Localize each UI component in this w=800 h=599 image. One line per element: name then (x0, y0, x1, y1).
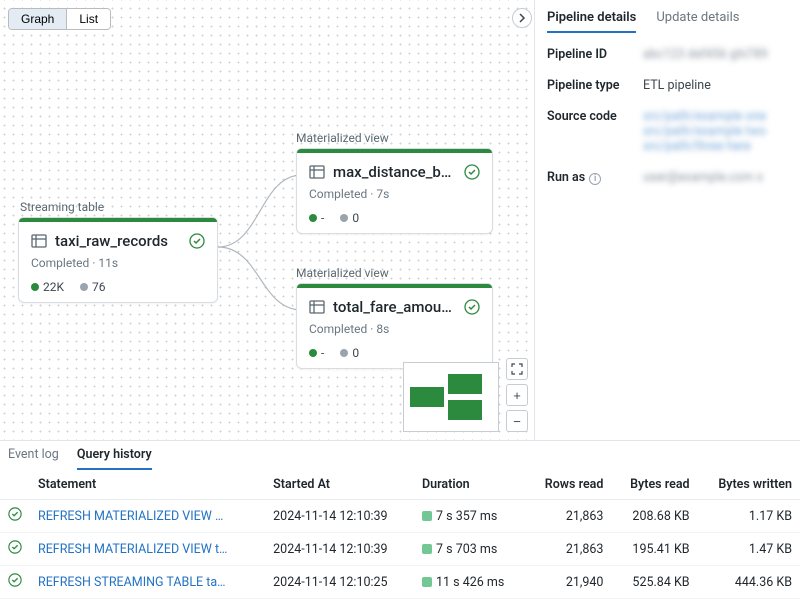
check-circle-icon (8, 507, 22, 521)
started-at: 2024-11-14 12:10:25 (265, 566, 414, 599)
node-stats: - 0 (309, 211, 480, 225)
zoom-in-button[interactable]: + (506, 384, 528, 406)
check-circle-icon (8, 573, 22, 587)
node-status: Completed · 11s (31, 256, 205, 270)
node-taxi-raw-records[interactable]: taxi_raw_records Completed · 11s 22K 76 (18, 217, 218, 303)
col-bytes-written: Bytes written (698, 470, 800, 500)
value-source-code[interactable]: src/path/example one src/path/example tw… (643, 109, 788, 154)
statement-link[interactable]: REFRESH MATERIALIZED VIEW max_di… (38, 509, 228, 524)
tab-event-log[interactable]: Event log (8, 447, 59, 470)
value-pipeline-type: ETL pipeline (643, 78, 788, 93)
node-title: total_fare_amount… (333, 298, 456, 316)
col-bytes-read: Bytes read (611, 470, 697, 500)
duration: 7 s 703 ms (414, 533, 526, 566)
info-icon[interactable]: i (589, 173, 601, 185)
started-at: 2024-11-14 12:10:39 (265, 533, 414, 566)
col-rows: Rows read (526, 470, 611, 500)
label-pipeline-type: Pipeline type (547, 78, 643, 93)
node-type-label: Streaming table (20, 200, 104, 214)
tab-update-details[interactable]: Update details (656, 10, 739, 33)
node-total-fare[interactable]: total_fare_amount… Completed · 8s - 0 (296, 283, 493, 369)
value-run-as: user@example.com x (643, 170, 788, 185)
label-source-code: Source code (547, 109, 643, 154)
col-duration: Duration (414, 470, 526, 500)
node-stats: 22K 76 (31, 280, 205, 294)
table-icon (31, 233, 47, 249)
view-graph-button[interactable]: Graph (9, 9, 66, 29)
bytes-written: 444.36 KB (698, 566, 800, 599)
check-circle-icon (189, 233, 205, 249)
check-circle-icon (464, 299, 480, 315)
pipeline-graph-canvas[interactable]: Graph List Streaming table taxi_raw_reco… (0, 0, 534, 440)
rows-read: 21,863 (526, 500, 611, 533)
started-at: 2024-11-14 12:10:39 (265, 500, 414, 533)
tab-pipeline-details[interactable]: Pipeline details (547, 10, 636, 33)
duration: 7 s 357 ms (414, 500, 526, 533)
bytes-read: 195.41 KB (611, 533, 697, 566)
check-circle-icon (464, 164, 480, 180)
node-title: max_distance_by_… (333, 163, 456, 181)
label-pipeline-id: Pipeline ID (547, 47, 643, 62)
table-icon (309, 299, 325, 315)
bytes-written: 1.47 KB (698, 533, 800, 566)
col-statement: Statement (30, 470, 265, 500)
view-toggle: Graph List (8, 8, 111, 30)
details-panel: Pipeline details Update details Pipeline… (534, 0, 800, 440)
duration: 11 s 426 ms (414, 566, 526, 599)
statement-link[interactable]: REFRESH STREAMING TABLE taxi_raw… (38, 575, 228, 590)
table-row[interactable]: REFRESH STREAMING TABLE taxi_raw… 2024-11… (0, 566, 800, 599)
view-list-button[interactable]: List (66, 9, 110, 29)
node-status: Completed · 8s (309, 322, 480, 336)
rows-read: 21,940 (526, 566, 611, 599)
bytes-read: 208.68 KB (611, 500, 697, 533)
rows-read: 21,863 (526, 533, 611, 566)
node-title: taxi_raw_records (55, 232, 181, 250)
bytes-written: 1.17 KB (698, 500, 800, 533)
node-status: Completed · 7s (309, 187, 480, 201)
label-run-as: Run asi (547, 170, 643, 185)
minimap[interactable] (403, 362, 499, 432)
node-stats: - 0 (309, 346, 480, 360)
table-icon (309, 164, 325, 180)
table-row[interactable]: REFRESH MATERIALIZED VIEW max_di… 2024-11… (0, 500, 800, 533)
node-max-distance[interactable]: max_distance_by_… Completed · 7s - 0 (296, 148, 493, 234)
zoom-out-button[interactable]: − (506, 410, 528, 432)
value-pipeline-id: abc123 def456 ghi789 (643, 47, 788, 62)
col-started: Started At (265, 470, 414, 500)
table-row[interactable]: REFRESH MATERIALIZED VIEW total_fa… 2024-… (0, 533, 800, 566)
node-type-label: Materialized view (296, 266, 389, 280)
tab-query-history[interactable]: Query history (77, 447, 152, 470)
collapse-details-button[interactable] (512, 8, 532, 28)
statement-link[interactable]: REFRESH MATERIALIZED VIEW total_fa… (38, 542, 228, 557)
bytes-read: 525.84 KB (611, 566, 697, 599)
node-type-label: Materialized view (296, 131, 389, 145)
check-circle-icon (8, 540, 22, 554)
zoom-fit-button[interactable] (506, 358, 528, 380)
